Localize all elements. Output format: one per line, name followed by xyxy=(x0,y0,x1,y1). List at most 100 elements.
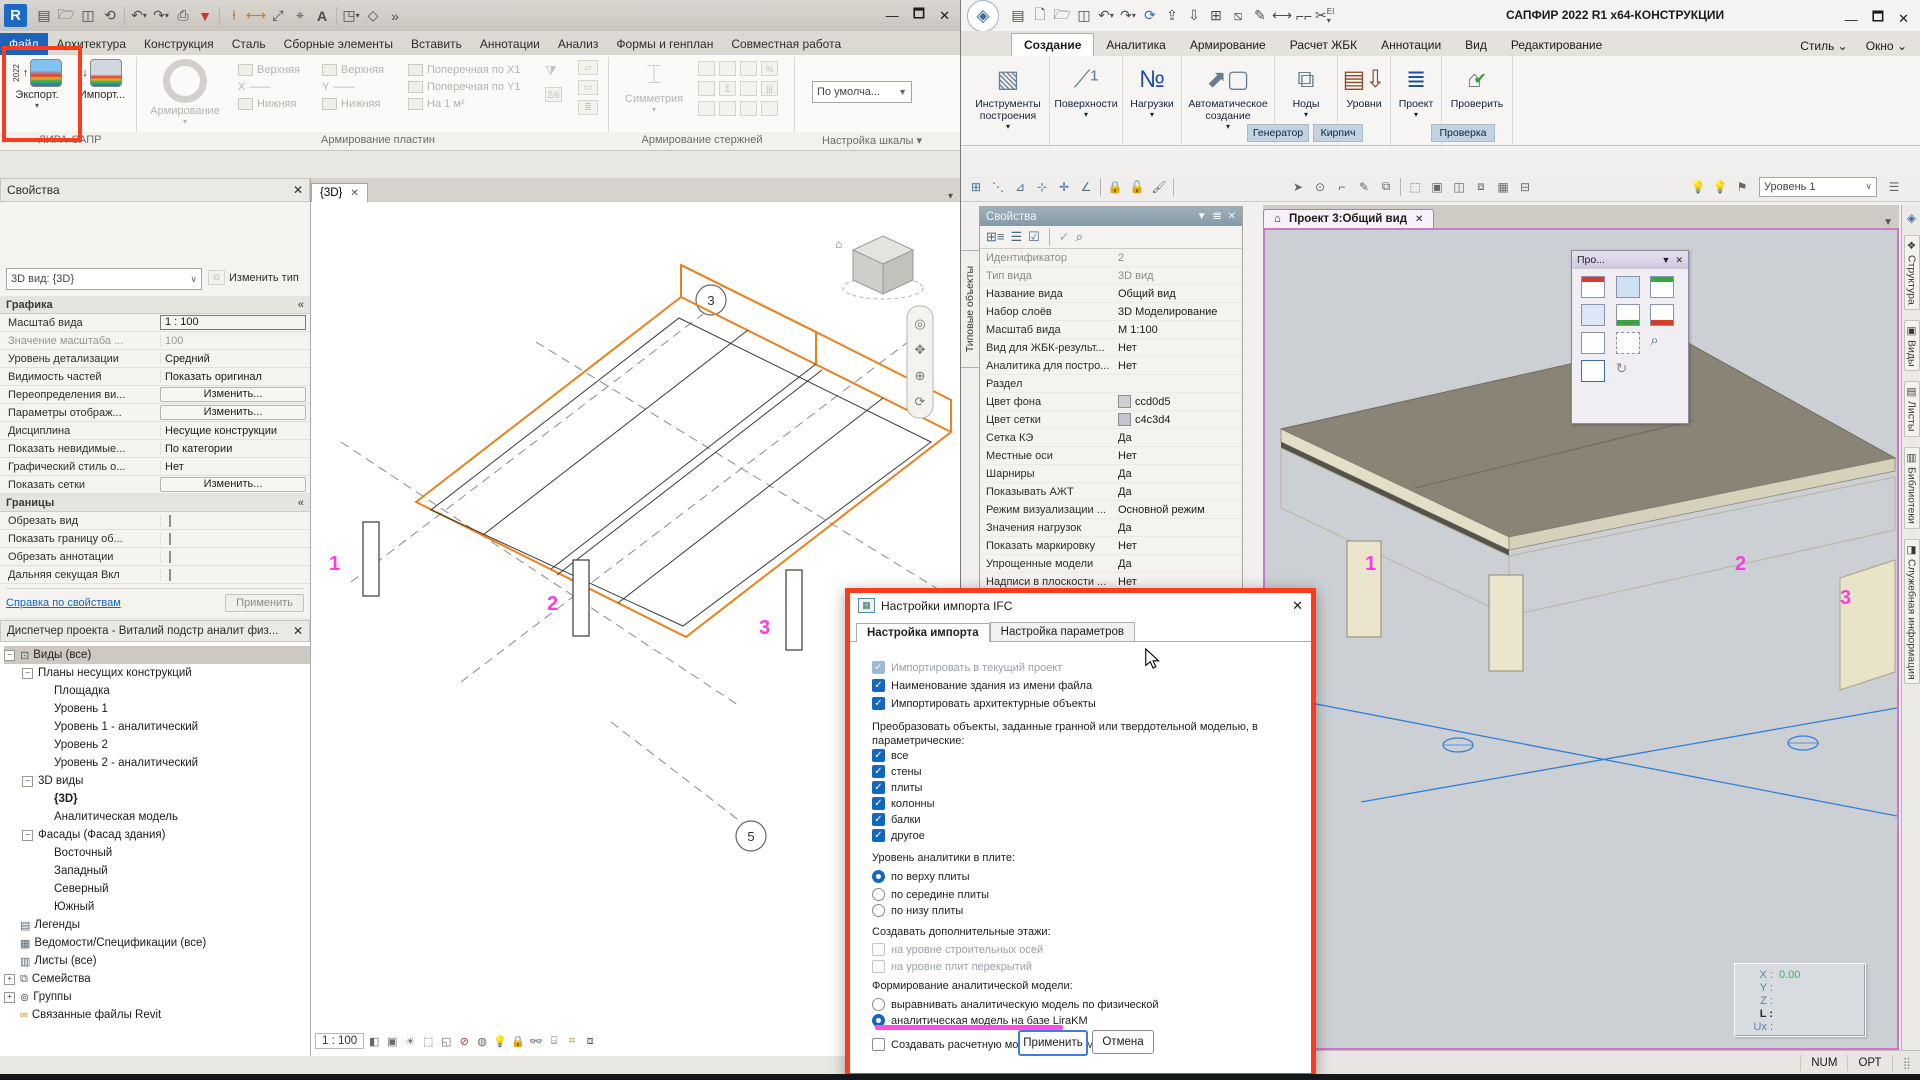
tab-annotations[interactable]: Аннотации xyxy=(1369,34,1453,56)
prop-row[interactable]: Набор слоёв3D Моделирование xyxy=(980,303,1242,321)
flag-icon[interactable]: ⚑ xyxy=(1731,176,1753,198)
tree-item[interactable]: Северный xyxy=(4,880,310,898)
prop-row[interactable]: Параметры отображ...Изменить... xyxy=(0,404,310,422)
view-side-icon[interactable] xyxy=(1650,276,1674,298)
dock-tab-views[interactable]: ▣Виды xyxy=(1904,320,1920,372)
surfaces-button[interactable]: ⟋¹Поверхности▾ xyxy=(1050,56,1123,145)
paint-icon[interactable]: 🖌 xyxy=(1148,176,1170,198)
prop-row[interactable]: Видимость частейПоказать оригинал xyxy=(0,368,310,386)
tree-item[interactable]: Аналитическая модель xyxy=(4,808,310,826)
sublabel-generator[interactable]: Генератор xyxy=(1247,124,1309,142)
checklist-icon[interactable]: ☑ xyxy=(1028,229,1040,245)
prop-row[interactable]: Графический стиль о...Нет xyxy=(0,458,310,476)
tree-item[interactable]: ▥Листы (все) xyxy=(4,952,310,970)
close-icon[interactable]: ✕ xyxy=(1292,598,1303,614)
tab-import-settings[interactable]: Настройка импорта xyxy=(856,623,990,642)
prop-row[interactable]: Показывать АЖТДа xyxy=(980,483,1242,501)
close-icon[interactable]: ✕ xyxy=(293,624,303,638)
dock-tab-service-info[interactable]: ◨Служебная информация xyxy=(1904,539,1920,685)
prop-row[interactable]: Показать маркировкуНет xyxy=(980,537,1242,555)
undo-icon[interactable]: ↶▾ xyxy=(1095,5,1117,27)
tree-item[interactable]: Уровень 1 - аналитический xyxy=(4,718,310,736)
minimize-button[interactable]: — xyxy=(886,8,899,23)
close-icon[interactable]: ✕ xyxy=(350,188,358,199)
projections-float-panel[interactable]: Про... ▼ ✕ ⌕ ↻ xyxy=(1571,250,1689,424)
wall-right[interactable] xyxy=(1840,560,1895,690)
prop-row[interactable]: Сетка КЭДа xyxy=(980,429,1242,447)
tab-structure[interactable]: Конструкция xyxy=(135,33,223,55)
tree-item[interactable]: Уровень 2 - аналитический xyxy=(4,754,310,772)
close-button[interactable]: ✕ xyxy=(1898,11,1909,27)
rotate-view-icon[interactable]: ↻ xyxy=(1616,360,1645,382)
list-icon[interactable]: ☰ xyxy=(1010,229,1022,245)
view-iso1-icon[interactable] xyxy=(1581,304,1605,326)
tree-item[interactable]: Восточный xyxy=(4,844,310,862)
tree-item[interactable]: −Планы несущих конструкций xyxy=(4,664,310,682)
prop-row[interactable]: Переопределения ви...Изменить... xyxy=(0,386,310,404)
bulb2-icon[interactable]: 💡 xyxy=(1709,176,1731,198)
tab-annotate[interactable]: Аннотации xyxy=(471,33,549,55)
tree-item[interactable]: Уровень 1 xyxy=(4,700,310,718)
unlock-icon[interactable]: 🔓 xyxy=(1126,176,1148,198)
loads-button[interactable]: №Нагрузки▾ xyxy=(1123,56,1182,145)
resize-grip[interactable]: ⣿ xyxy=(1892,1055,1920,1071)
analytical-icon[interactable]: ⌗ xyxy=(564,1033,580,1049)
prop-row[interactable]: Значения нагрузокДа xyxy=(980,519,1242,537)
close-button[interactable]: ✕ xyxy=(939,8,950,24)
ortho-icon[interactable]: ⌐ xyxy=(1331,176,1353,198)
snap-grid-icon[interactable]: ⊞ xyxy=(965,176,987,198)
prop-row[interactable]: Название видаОбщий вид xyxy=(980,285,1242,303)
typical-objects-tab[interactable]: Типовые объекты xyxy=(961,250,980,368)
snap-mid-icon[interactable]: ⊹ xyxy=(1031,176,1053,198)
target-icon[interactable]: ⊙ xyxy=(1309,176,1331,198)
pin-icon[interactable]: ⍿ xyxy=(223,5,245,27)
close-icon[interactable]: ✕ xyxy=(1415,214,1423,225)
dimension-icon[interactable]: ⤢ xyxy=(267,5,289,27)
menu-style[interactable]: Стиль ⌄ xyxy=(1800,39,1848,53)
pencil-icon[interactable]: ✎ xyxy=(1249,5,1271,27)
view-perspective-icon[interactable] xyxy=(1581,332,1605,354)
tree-item[interactable]: Южный xyxy=(4,898,310,916)
tab-steel[interactable]: Сталь xyxy=(223,33,275,55)
tree-item[interactable]: ▦Ведомости/Спецификации (все) xyxy=(4,934,310,952)
view-tabs-menu-icon[interactable]: ▾ xyxy=(948,191,953,202)
view-iso3-icon[interactable] xyxy=(1650,304,1674,326)
prop-row[interactable]: Аналитика для постро...Нет xyxy=(980,357,1242,375)
tab-insert[interactable]: Вставить xyxy=(402,33,471,55)
revit-app-logo[interactable]: R xyxy=(4,4,27,27)
prop-row[interactable]: ШарнирыДа xyxy=(980,465,1242,483)
checkbox-slabs[interactable]: ✓плиты xyxy=(872,780,922,795)
import-icon[interactable]: ⇪ xyxy=(1161,5,1183,27)
view-tab-3d[interactable]: {3D}✕ xyxy=(311,183,368,202)
menu-icon[interactable]: ☰ xyxy=(1883,176,1905,198)
checkbox-walls[interactable]: ✓стены xyxy=(872,764,922,779)
checkbox-beams[interactable]: ✓балки xyxy=(872,812,921,827)
dock-tab-sheets[interactable]: ▤Листы xyxy=(1904,381,1920,436)
cancel-button[interactable]: Отмена xyxy=(1092,1030,1154,1054)
tree-item[interactable]: Площадка xyxy=(4,682,310,700)
apply-button[interactable]: Применить xyxy=(225,594,304,612)
search-icon[interactable]: ⌕ xyxy=(1076,229,1083,245)
tree-item[interactable]: −⊡Виды (все) xyxy=(4,646,310,664)
tree-item[interactable]: ∞Связанные файлы Revit xyxy=(4,1006,310,1024)
box-icon[interactable]: ⧈ xyxy=(582,1033,598,1049)
tree-item[interactable]: +⊚Группы xyxy=(4,988,310,1006)
radio-align-physical[interactable]: выравнивать аналитическую модель по физи… xyxy=(872,997,1159,1012)
sun-icon[interactable]: ☀ xyxy=(402,1033,418,1049)
sublabel-check[interactable]: Проверка xyxy=(1431,124,1495,142)
text-icon[interactable]: A xyxy=(311,5,333,27)
more-icon[interactable]: » xyxy=(384,5,406,27)
sapfir-logo[interactable]: ◈ xyxy=(967,0,999,32)
prop-row[interactable]: Обрезать аннотации xyxy=(0,548,310,566)
checkbox-columns[interactable]: ✓колонны xyxy=(872,796,935,811)
radio-slab-bottom[interactable]: по низу плиты xyxy=(872,903,963,918)
checkbox[interactable] xyxy=(169,515,171,527)
lock-icon[interactable]: 🔒 xyxy=(1104,176,1126,198)
view-iso2-icon[interactable] xyxy=(1616,304,1640,326)
color-swatch[interactable] xyxy=(1118,413,1131,426)
prop-row[interactable]: Режим визуализации ...Основной режим xyxy=(980,501,1242,519)
open-icon[interactable]: 🗁 xyxy=(1051,5,1073,27)
menu-window[interactable]: Окно ⌄ xyxy=(1866,39,1907,53)
section-icon[interactable]: ◇ xyxy=(362,5,384,27)
prop-row[interactable]: Вид для ЖБК-результ...Нет xyxy=(980,339,1242,357)
